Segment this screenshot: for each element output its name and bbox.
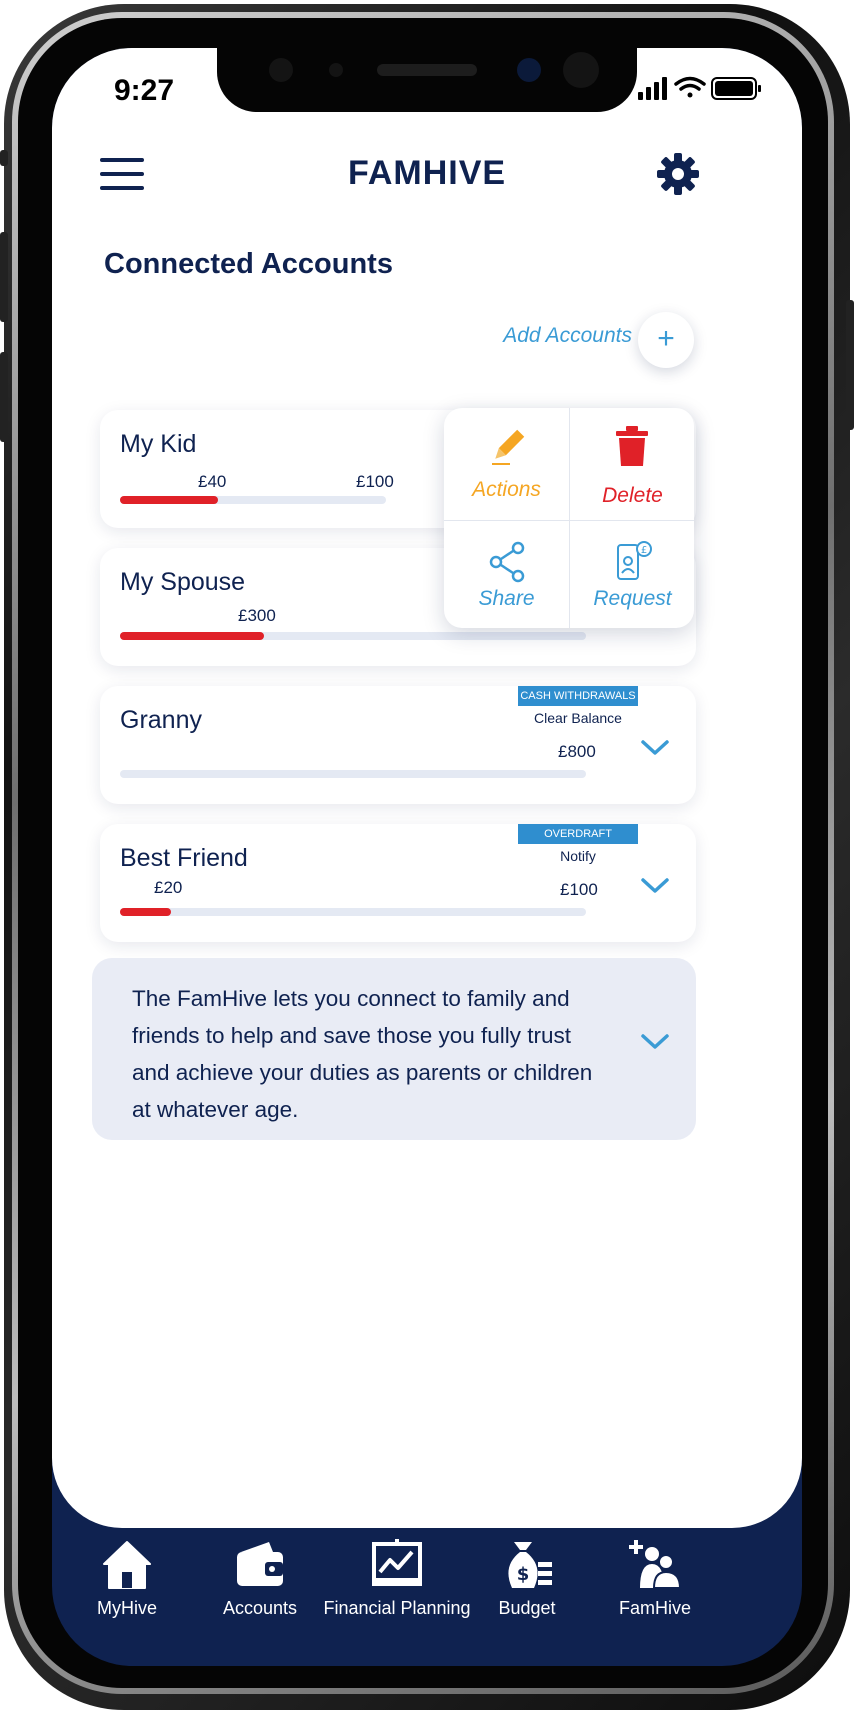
speaker-grille [377,64,477,76]
gear-icon[interactable] [656,152,700,196]
status-time: 9:27 [114,74,175,107]
info-text: The FamHive lets you connect to family a… [132,986,593,1122]
wallet-icon [237,1542,283,1586]
front-camera-icon [517,58,541,82]
account-name: My Kid [120,430,197,458]
pencil-icon [492,429,525,465]
progress-track [120,632,586,640]
nav-label: FamHive [618,1598,691,1618]
progress-fill [120,632,265,640]
limit-amount: £800 [558,742,596,761]
share-icon [489,541,525,583]
request-money-icon: £ [617,541,652,580]
sensor-icon [269,58,293,82]
status-badge: OVERDRAFT [518,824,638,844]
account-name: My Spouse [120,568,246,596]
nav-item-famhive[interactable]: FamHive [580,1538,730,1619]
spent-amount: £300 [238,606,276,625]
phone-volume-up [0,232,8,322]
status-badge-subtitle: Notify [560,848,596,864]
status-badge: CASH WITHDRAWALS [518,686,638,706]
account-card-best-friend[interactable]: Best Friend OVERDRAFT Notify £20 £100 [100,824,696,942]
wifi-icon [674,76,706,98]
chart-board-icon [372,1539,422,1586]
svg-text:$: $ [517,1564,530,1585]
face-sensor-icon [563,52,599,88]
notch [217,48,637,112]
phone-volume-down [0,352,8,442]
nav-item-financial-planning[interactable]: Financial Planning [322,1538,472,1619]
share-button[interactable]: Share [444,521,569,628]
trash-icon [616,426,648,466]
bottom-nav: MyHive Accounts Financial Planning $ Bud… [52,1528,802,1666]
spent-amount: £20 [154,878,183,897]
status-icons [638,76,761,100]
nav-label: Financial Planning [323,1598,471,1618]
status-badge-subtitle: Clear Balance [534,710,622,726]
home-icon [103,1541,151,1589]
progress-track [120,770,586,778]
account-name: Best Friend [120,844,248,872]
delete-button[interactable]: Delete [570,408,694,518]
progress-fill [120,908,172,916]
chevron-down-icon[interactable] [640,738,670,758]
limit-amount: £100 [356,472,394,491]
progress-fill [120,496,219,504]
progress-track [120,496,386,504]
account-name: Granny [120,706,202,734]
add-account-button[interactable]: + [638,312,694,368]
app-content: 9:27 FAMHIVE Connected Accounts Add Acco… [52,48,802,1528]
request-label: Request [593,587,672,610]
info-panel: The FamHive lets you connect to family a… [92,958,696,1140]
phone-side-button [0,150,8,166]
delete-label: Delete [602,484,663,507]
spent-amount: £40 [198,472,227,491]
money-bag-icon: $ [508,1542,552,1588]
nav-label: MyHive [96,1598,157,1618]
phone-screen: 9:27 FAMHIVE Connected Accounts Add Acco… [52,48,802,1666]
phone-power-button [846,300,854,430]
add-family-icon [629,1540,682,1589]
progress-track [120,908,586,916]
request-button[interactable]: £ Request [570,521,694,628]
sensor-dot-icon [329,63,343,77]
account-card-granny[interactable]: Granny CASH WITHDRAWALS Clear Balance £8… [100,686,696,804]
chevron-down-icon[interactable] [640,876,670,896]
signal-icon [638,77,667,100]
section-title: Connected Accounts [104,248,393,280]
chevron-down-icon[interactable] [640,1032,670,1052]
account-actions-popup: Actions Delete Share £ Request [444,408,694,628]
share-label: Share [478,587,535,610]
nav-label: Accounts [222,1598,298,1618]
actions-label: Actions [472,478,541,501]
limit-amount: £100 [560,880,598,899]
battery-icon [711,77,761,100]
actions-button[interactable]: Actions [444,408,569,518]
add-accounts-label[interactable]: Add Accounts [452,324,632,348]
nav-item-accounts[interactable]: Accounts [185,1538,335,1619]
svg-text:£: £ [641,545,647,556]
nav-item-myhive[interactable]: MyHive [52,1538,202,1619]
